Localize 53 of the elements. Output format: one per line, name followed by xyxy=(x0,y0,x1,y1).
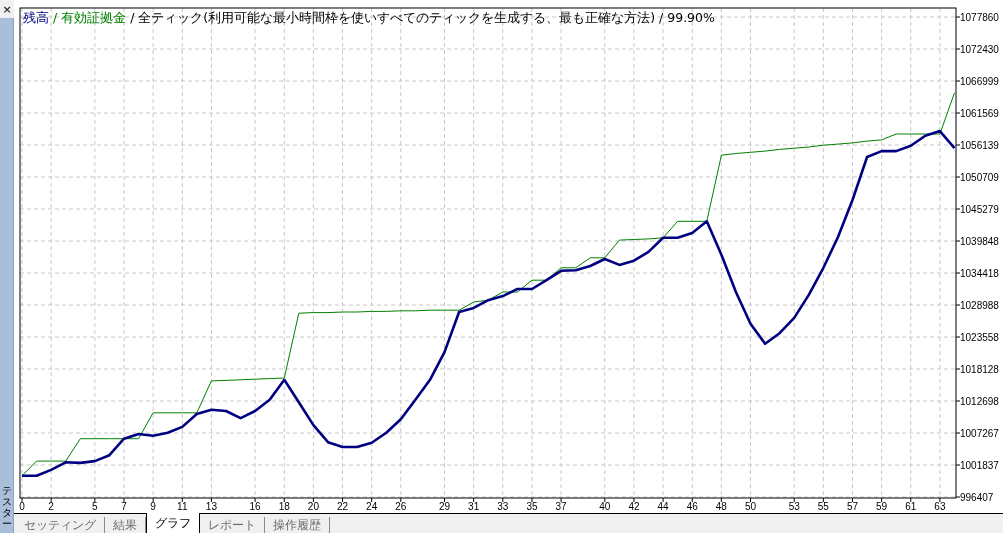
x-axis-label: 57 xyxy=(846,501,859,512)
x-axis-label: 13 xyxy=(205,501,217,512)
x-axis-label: 44 xyxy=(657,501,669,512)
y-axis-label: 1072430 xyxy=(960,44,999,55)
y-axis-label: 996407 xyxy=(960,492,994,503)
y-axis-label: 1039848 xyxy=(960,236,999,247)
x-axis-label: 37 xyxy=(555,501,567,512)
x-axis-label: 55 xyxy=(817,501,829,512)
x-axis-label: 9 xyxy=(150,501,156,512)
x-axis-label: 48 xyxy=(715,501,727,512)
x-axis-label: 2 xyxy=(48,501,54,512)
x-axis-label: 42 xyxy=(628,501,640,512)
y-axis-label: 1018128 xyxy=(960,364,999,375)
chart-legend: 残高 / 有効証拠金 / 全ティック(利用可能な最小時間枠を使いすべてのティックを生成する、最も正確な方法) / 99.90% xyxy=(23,10,715,25)
x-axis-label: 40 xyxy=(599,501,611,512)
x-axis-label: 26 xyxy=(395,501,407,512)
x-axis-label: 61 xyxy=(905,501,917,512)
x-axis-label: 24 xyxy=(366,501,378,512)
y-axis-label: 1001837 xyxy=(960,460,999,471)
y-axis-label: 1077860 xyxy=(960,12,999,23)
y-axis-label: 1061569 xyxy=(960,108,999,119)
tab[interactable]: 操作履歴 xyxy=(265,517,330,533)
x-axis-label: 18 xyxy=(278,501,290,512)
y-axis-label: 1050709 xyxy=(960,172,999,183)
x-axis-label: 7 xyxy=(121,501,127,512)
y-axis-label: 1034418 xyxy=(960,268,999,279)
y-axis-label: 1056139 xyxy=(960,140,999,151)
tab[interactable]: レポート xyxy=(200,517,265,533)
x-axis-label: 63 xyxy=(934,501,946,512)
y-axis-label: 1045279 xyxy=(960,204,999,215)
x-axis-label: 53 xyxy=(788,501,800,512)
tab[interactable]: セッティング xyxy=(16,517,105,533)
x-axis-label: 59 xyxy=(876,501,888,512)
y-axis-label: 1028988 xyxy=(960,300,999,311)
y-axis-label: 1007267 xyxy=(960,428,999,439)
y-axis-label: 1023558 xyxy=(960,332,999,343)
x-axis-label: 29 xyxy=(438,501,451,512)
x-axis-label: 46 xyxy=(686,501,698,512)
x-axis-label: 20 xyxy=(307,501,319,512)
x-axis-label: 35 xyxy=(526,501,538,512)
x-axis-label: 33 xyxy=(497,501,509,512)
y-axis-label: 1012698 xyxy=(960,396,999,407)
x-axis-label: 11 xyxy=(177,501,188,512)
x-axis-label: 0 xyxy=(19,501,25,512)
x-axis-label: 22 xyxy=(337,501,349,512)
close-button[interactable]: × xyxy=(0,0,14,18)
panel-title: テスター xyxy=(1,485,12,529)
tab[interactable]: グラフ xyxy=(146,513,200,533)
x-axis-label: 31 xyxy=(468,501,480,512)
x-axis-label: 16 xyxy=(249,501,261,512)
y-axis-label: 1066999 xyxy=(960,76,999,87)
x-axis-label: 5 xyxy=(92,501,98,512)
x-axis-label: 50 xyxy=(744,501,757,512)
